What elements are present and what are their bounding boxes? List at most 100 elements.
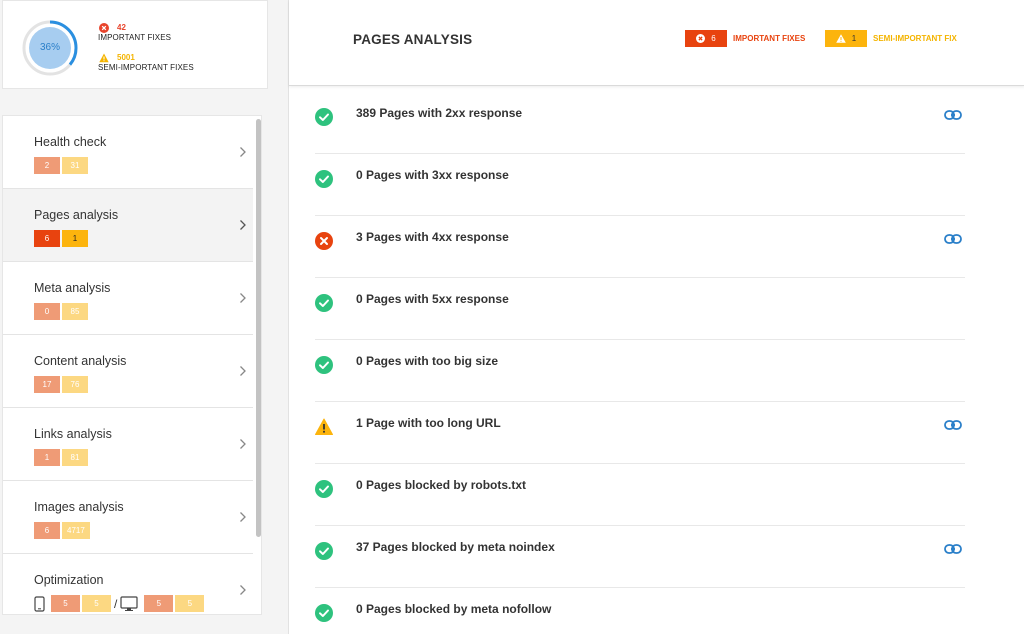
check-circle-icon [315, 480, 333, 498]
sidebar-item-badges: 6 4717 [34, 522, 92, 539]
panel-header: PAGES ANALYSIS 6 IMPORTANT FIXES 1 SEMI-… [289, 0, 1024, 86]
desktop-semi-important-badge: 5 [175, 595, 205, 612]
sidebar-item-badges: 17 76 [34, 376, 90, 393]
check-row: 389 Pages with 2xx response [315, 92, 965, 154]
chevron-right-icon [240, 512, 246, 522]
sidebar-item-pages-analysis[interactable]: Pages analysis 6 1 [3, 189, 253, 262]
important-badge: 6 [34, 230, 60, 247]
check-circle-icon [315, 294, 333, 312]
important-fixes-count: 6 [711, 34, 716, 43]
important-fixes-label: IMPORTANT FIXES [733, 34, 806, 43]
link-icon[interactable] [944, 542, 962, 556]
important-fixes-label: IMPORTANT FIXES [98, 33, 172, 42]
chevron-right-icon [240, 585, 246, 595]
mobile-icon [34, 595, 45, 612]
semi-important-badge: 31 [62, 157, 88, 174]
sidebar-item-label: Optimization [34, 573, 104, 587]
check-row-text: 0 Pages with 3xx response [356, 168, 509, 182]
semi-important-fixes-count: 1 [851, 34, 857, 43]
chevron-right-icon [240, 293, 246, 303]
mobile-important-badge: 5 [51, 595, 80, 612]
device-separator: / [114, 596, 118, 611]
semi-important-fixes-summary: 5001 SEMI-IMPORTANT FIXES [98, 52, 194, 73]
summary-card: 36% 42 IMPORTANT FIXES 5001 SEMI-IMPORTA… [2, 0, 268, 89]
link-icon[interactable] [944, 418, 962, 432]
desktop-important-badge: 5 [144, 595, 174, 612]
check-row: 1 Page with too long URL [315, 402, 965, 464]
link-icon[interactable] [944, 108, 962, 122]
sidebar-scrollbar[interactable] [256, 119, 261, 537]
warning-triangle-icon [99, 53, 109, 63]
check-circle-icon [315, 356, 333, 374]
check-row-text: 37 Pages blocked by meta noindex [356, 540, 555, 554]
check-row: 0 Pages blocked by meta nofollow [315, 588, 965, 634]
x-circle-icon [696, 34, 706, 43]
x-circle-icon [99, 23, 109, 33]
check-row: 0 Pages blocked by robots.txt [315, 464, 965, 526]
semi-important-fixes-label: SEMI-IMPORTANT FIX [873, 34, 957, 43]
important-fixes-count: 42 [117, 23, 126, 32]
check-circle-icon [315, 108, 333, 126]
sidebar-item-label: Health check [34, 135, 107, 149]
semi-important-fixes-box: 1 [825, 30, 867, 47]
important-fixes-summary: 42 IMPORTANT FIXES [98, 22, 171, 43]
check-row-text: 0 Pages blocked by meta nofollow [356, 602, 552, 616]
check-row: 0 Pages with too big size [315, 340, 965, 402]
mobile-semi-important-badge: 5 [82, 595, 111, 612]
semi-important-fixes-badge: 1 SEMI-IMPORTANT FIX [825, 30, 957, 47]
sidebar-item-health-check[interactable]: Health check 2 31 [3, 116, 253, 189]
chevron-right-icon [240, 366, 246, 376]
check-row-text: 389 Pages with 2xx response [356, 106, 523, 120]
semi-important-badge: 76 [62, 376, 88, 393]
check-row-text: 1 Page with too long URL [356, 416, 501, 430]
sidebar: Health check 2 31 Pages analysis 6 1 Met… [2, 115, 262, 615]
sidebar-item-badges: 1 81 [34, 449, 90, 466]
sidebar-item-label: Content analysis [34, 354, 127, 368]
sidebar-item-content-analysis[interactable]: Content analysis 17 76 [3, 335, 253, 408]
semi-important-badge: 1 [62, 230, 88, 247]
check-row: 37 Pages blocked by meta noindex [315, 526, 965, 588]
sidebar-item-label: Links analysis [34, 427, 112, 441]
check-row: 3 Pages with 4xx response [315, 216, 965, 278]
semi-important-badge: 4717 [62, 522, 90, 539]
semi-important-badge: 81 [62, 449, 88, 466]
warning-triangle-icon [835, 34, 846, 43]
desktop-icon [120, 595, 138, 611]
sidebar-item-badges: 0 85 [34, 303, 90, 320]
sidebar-item-meta-analysis[interactable]: Meta analysis 0 85 [3, 262, 253, 335]
semi-important-fixes-label: SEMI-IMPORTANT FIXES [98, 63, 194, 72]
link-icon[interactable] [944, 232, 962, 246]
important-fixes-badge: 6 IMPORTANT FIXES [685, 30, 805, 47]
check-circle-icon [315, 542, 333, 560]
chevron-right-icon [240, 220, 246, 230]
sidebar-item-badges: 5 5 / 5 5 [34, 595, 206, 612]
important-badge: 17 [34, 376, 60, 393]
important-badge: 0 [34, 303, 60, 320]
page-title: PAGES ANALYSIS [353, 32, 473, 47]
main-panel: PAGES ANALYSIS 6 IMPORTANT FIXES 1 SEMI-… [288, 0, 1024, 634]
score-label: 36% [39, 42, 60, 53]
check-row-text: 0 Pages with too big size [356, 354, 499, 368]
sidebar-item-images-analysis[interactable]: Images analysis 6 4717 [3, 481, 253, 554]
sidebar-item-optimization[interactable]: Optimization 5 5 / 5 5 [3, 554, 253, 614]
check-circle-icon [315, 170, 333, 188]
important-fixes-box: 6 [685, 30, 727, 47]
sidebar-item-label: Pages analysis [34, 208, 119, 222]
check-row-text: 0 Pages with 5xx response [356, 292, 509, 306]
important-badge: 1 [34, 449, 60, 466]
chevron-right-icon [240, 147, 246, 157]
semi-important-badge: 85 [62, 303, 88, 320]
chevron-right-icon [240, 439, 246, 449]
check-row: 0 Pages with 3xx response [315, 154, 965, 216]
check-row-text: 0 Pages blocked by robots.txt [356, 478, 527, 492]
sidebar-item-label: Images analysis [34, 500, 124, 514]
check-row: 0 Pages with 5xx response [315, 278, 965, 340]
check-circle-icon [315, 604, 333, 622]
sidebar-item-badges: 6 1 [34, 230, 90, 247]
warning-triangle-icon [315, 418, 333, 435]
sidebar-item-label: Meta analysis [34, 281, 111, 295]
important-badge: 2 [34, 157, 60, 174]
sidebar-item-links-analysis[interactable]: Links analysis 1 81 [3, 408, 253, 481]
semi-important-fixes-count: 5001 [117, 53, 135, 62]
important-badge: 6 [34, 522, 60, 539]
